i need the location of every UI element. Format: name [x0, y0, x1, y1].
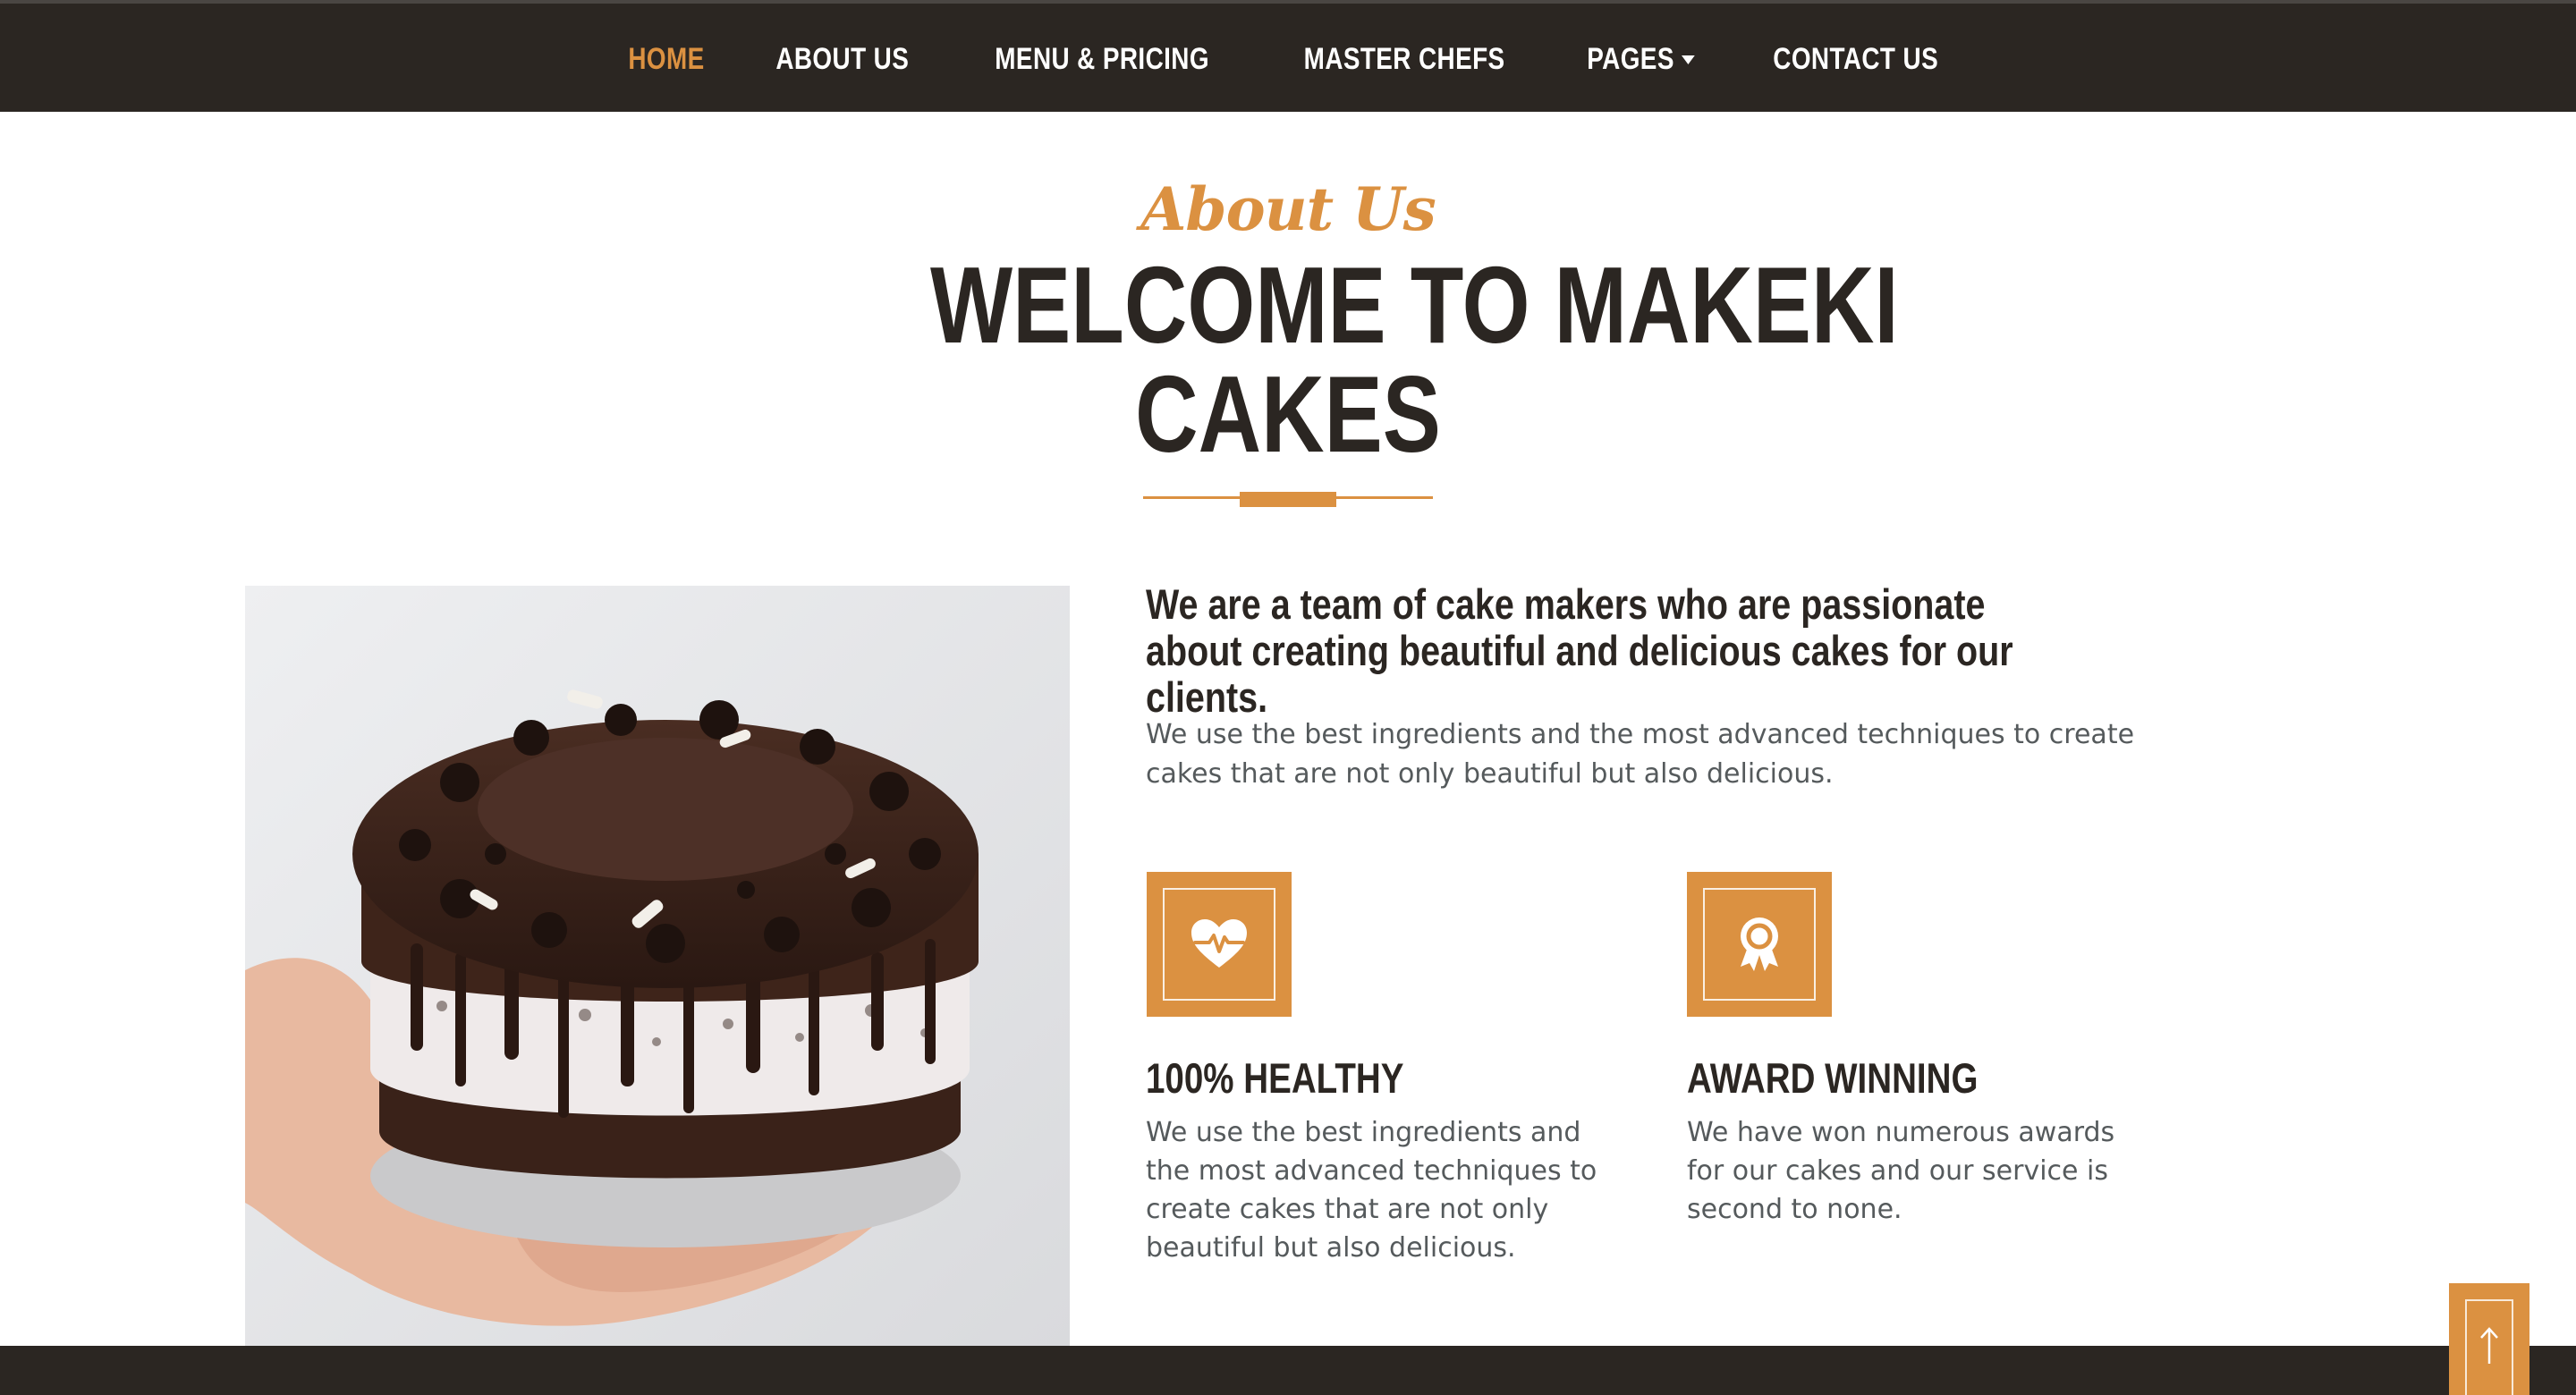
nav-menu-pricing[interactable]: MENU & PRICING — [996, 42, 1210, 77]
title-divider-accent — [1240, 492, 1336, 507]
nav-pages[interactable]: PAGES — [1587, 42, 1695, 77]
page-title-line-2: CAKES — [1135, 353, 1441, 475]
top-navbar: HOME ABOUT US MENU & PRICING MASTER CHEF… — [0, 0, 2576, 112]
about-description: We use the best ingredients and the most… — [1146, 719, 2135, 790]
feature-award-icon-frame — [1703, 888, 1816, 1001]
nav-home[interactable]: HOME — [628, 42, 704, 77]
nav-master-chefs[interactable]: MASTER CHEFS — [1303, 42, 1504, 77]
nav-about-us[interactable]: ABOUT US — [775, 42, 909, 77]
cake-photo — [245, 586, 1070, 1346]
nav-contact-us[interactable]: CONTACT US — [1773, 42, 1938, 77]
feature-healthy-text: We use the best ingredients and the most… — [1146, 1117, 1597, 1264]
back-to-top-button[interactable] — [2449, 1283, 2529, 1395]
back-to-top-frame — [2465, 1299, 2513, 1395]
feature-award-text: We have won numerous awards for our cake… — [1687, 1117, 2115, 1225]
about-lead: We are a team of cake makers who are pas… — [1146, 580, 2013, 721]
arrow-up-icon — [2480, 1327, 2498, 1364]
heart-pulse-icon — [1191, 919, 1247, 968]
main-nav: HOME ABOUT US MENU & PRICING MASTER CHEF… — [0, 4, 2576, 115]
page-title: WELCOME TO MAKEKI CAKES — [841, 244, 1899, 475]
feature-award-title: AWARD WINNING — [1687, 1054, 1979, 1102]
feature-healthy-icon-box — [1147, 872, 1292, 1017]
section-eyebrow: About Us — [1140, 174, 1436, 244]
feature-award-icon-box — [1687, 872, 1832, 1017]
nav-pages-label: PAGES — [1587, 42, 1674, 76]
feature-healthy-title: 100% HEALTHY — [1146, 1054, 1404, 1102]
feature-healthy-icon-frame — [1163, 888, 1275, 1001]
page-title-line-1: WELCOME TO MAKEKI — [930, 244, 1899, 366]
footer-strip — [0, 1346, 2576, 1395]
chevron-down-icon — [1681, 55, 1695, 64]
cake-illustration — [245, 586, 1070, 1346]
award-icon — [1741, 917, 1778, 971]
